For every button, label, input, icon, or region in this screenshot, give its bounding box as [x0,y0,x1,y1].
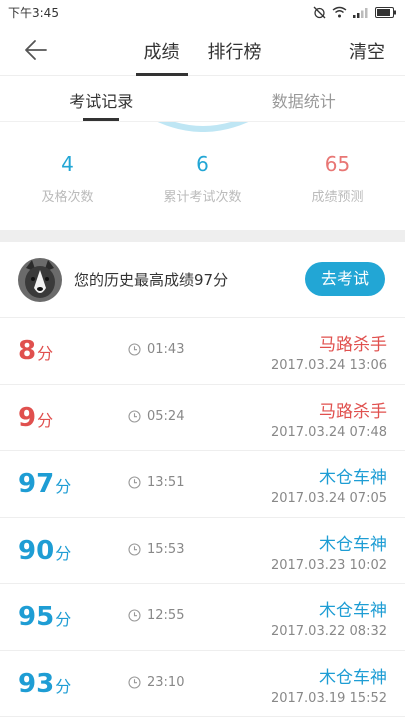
battery-icon [375,6,396,18]
clock-icon [128,409,141,423]
score: 9分 [18,403,53,433]
clock-icon [128,609,141,622]
score-gauge-arc [157,122,249,132]
list-item[interactable]: 9分 05:24 马路杀手 2017.03.24 07:48 [0,385,405,451]
nav-tabs: 成绩 排行榜 [0,24,405,76]
score-unit: 分 [37,410,54,430]
stat-label: 累计考试次数 [163,190,242,205]
duration: 05:24 [128,409,184,424]
top-nav: 成绩 排行榜 清空 [0,24,405,76]
summary-panel: 4 及格次数 6 累计考试次数 65 成绩预测 [0,122,405,230]
exam-datetime: 2017.03.22 08:32 [270,624,387,639]
wifi-icon [332,6,347,18]
tab-scores[interactable]: 成绩 [135,24,188,76]
clock-icon [128,542,141,556]
rank-title: 马路杀手 [319,401,387,422]
section-divider [0,230,405,242]
exam-datetime: 2017.03.24 07:48 [270,424,387,440]
exam-datetime: 2017.03.19 15:52 [270,690,387,706]
duration: 01:43 [128,342,184,357]
tab-leaderboard[interactable]: 排行榜 [208,24,262,76]
duration: 23:10 [128,675,184,690]
exam-records-list: 8分 01:43 马路杀手 2017.03.24 13:06 9分 05:24 马路杀手 20… [0,318,405,717]
status-icons [313,6,397,19]
duration: 13:51 [128,475,184,490]
list-item[interactable]: 95分 12:55 木仓车神 2017.03.22 08:32 [0,584,405,651]
stat-label: 及格次数 [41,190,94,205]
status-time: 下午3:45 [8,5,59,20]
duration: 15:53 [128,542,184,557]
duration-value: 13:51 [147,475,185,490]
stat-value: 4 [61,152,74,176]
rank-title: 木仓车神 [319,534,387,555]
score: 90分 [18,536,71,566]
score-value: 97 [18,469,55,499]
rank-title: 木仓车神 [319,468,387,488]
stat-total-exams: 6 累计考试次数 [135,152,270,205]
list-item[interactable]: 8分 01:43 马路杀手 2017.03.24 13:06 [0,318,405,385]
score-unit: 分 [55,610,72,629]
best-score-row: 您的历史最高成绩97分 去考试 [0,242,405,318]
rank-title: 马路杀手 [319,335,387,355]
rank-title: 木仓车神 [319,601,387,621]
score: 8分 [18,336,53,366]
exam-datetime: 2017.03.24 07:05 [270,491,387,506]
stat-value: 65 [324,152,351,176]
rank-title: 木仓车神 [319,667,387,688]
list-item[interactable]: 97分 13:51 木仓车神 2017.03.24 07:05 [0,451,405,518]
score-unit: 分 [37,344,54,363]
score-value: 8 [18,336,37,366]
clock-icon [128,675,141,689]
duration-value: 15:53 [147,541,185,557]
duration-value: 23:10 [147,674,185,690]
score-unit: 分 [55,676,72,696]
clear-button[interactable]: 清空 [349,38,385,64]
sub-tabs: 考试记录 数据统计 [0,76,405,122]
duration-value: 01:43 [147,342,185,357]
stat-value: 6 [196,152,209,176]
score-value: 95 [18,602,55,632]
tab-exam-records[interactable]: 考试记录 [0,76,203,121]
score-value: 90 [18,535,55,566]
stat-label: 成绩预测 [311,190,364,205]
score-unit: 分 [55,477,72,496]
avatar [18,257,62,302]
score-unit: 分 [55,543,72,563]
exam-datetime: 2017.03.23 10:02 [270,557,387,573]
alarm-off-icon [313,6,326,18]
list-item[interactable]: 90分 15:53 木仓车神 2017.03.23 10:02 [0,518,405,584]
score-value: 93 [18,668,55,699]
score: 95分 [18,602,71,632]
exam-datetime: 2017.03.24 13:06 [270,358,387,373]
duration: 12:55 [128,608,184,623]
score-value: 9 [18,402,37,433]
list-item[interactable]: 93分 23:10 木仓车神 2017.03.19 15:52 [0,651,405,717]
take-exam-button[interactable]: 去考试 [305,262,385,296]
status-bar: 下午3:45 [0,0,405,24]
stats-row: 4 及格次数 6 累计考试次数 65 成绩预测 [0,152,405,205]
signal-icon [353,7,368,18]
clock-icon [128,343,141,356]
score: 93分 [18,669,71,699]
clock-icon [128,476,141,489]
back-arrow-icon[interactable] [22,36,50,64]
stat-score-prediction: 65 成绩预测 [270,152,405,205]
duration-value: 05:24 [147,408,185,424]
duration-value: 12:55 [147,608,185,623]
stat-pass-count: 4 及格次数 [0,152,135,205]
score: 97分 [18,469,71,499]
tab-data-statistics[interactable]: 数据统计 [203,76,405,121]
best-score-text: 您的历史最高成绩97分 [74,271,229,289]
